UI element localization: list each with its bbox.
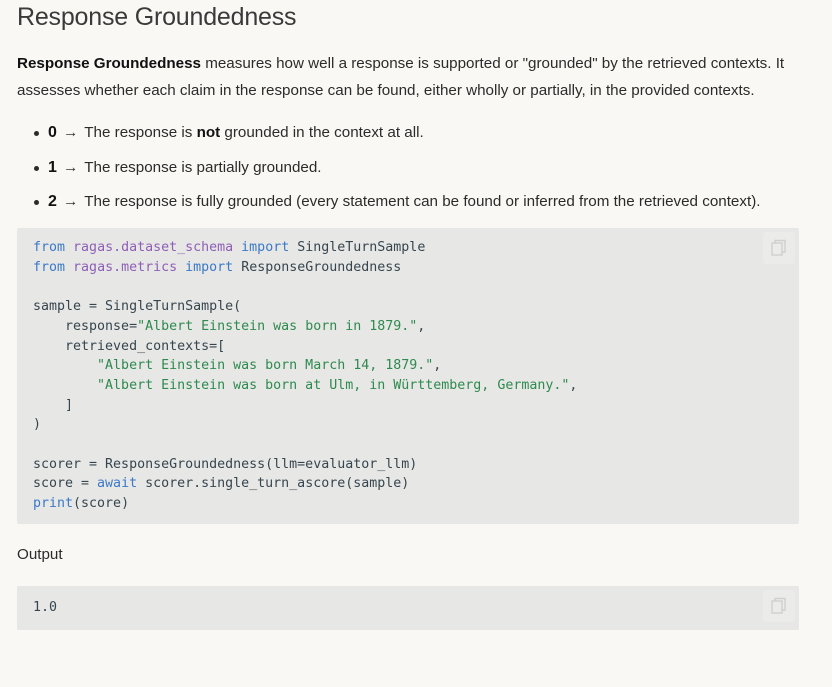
arrow-icon: → <box>63 193 79 210</box>
keyword-token: import <box>185 259 234 275</box>
score-value: 2 <box>48 193 57 210</box>
string-token: "Albert Einstein was born at Ulm, in Wür… <box>33 377 570 393</box>
list-item: 1 → The response is partially grounded. <box>17 155 799 181</box>
score-levels-list: 0 → The response is not grounded in the … <box>17 120 799 215</box>
level-emphasis: not <box>196 124 221 141</box>
code-line: retrieved_contexts=[ <box>33 338 226 354</box>
module-token: ragas.metrics <box>73 259 178 275</box>
class-token: ResponseGroundedness <box>241 259 402 275</box>
section-title: Response Groundedness <box>17 3 297 31</box>
level-text: The response is partially grounded. <box>80 158 322 176</box>
level-text: The response is <box>80 124 197 141</box>
code-token: , <box>569 377 578 393</box>
doc-section: Response Groundedness Response Groundedn… <box>17 0 799 630</box>
code-line: ) <box>33 417 42 433</box>
code-block: from ragas.dataset_schema import SingleT… <box>17 228 799 524</box>
keyword-token: from <box>33 240 66 255</box>
output-value: 1.0 <box>33 599 58 615</box>
copy-icon <box>771 597 786 614</box>
string-token: "Albert Einstein was born in 1879." <box>137 318 418 334</box>
output-label: Output <box>17 545 63 563</box>
list-item: 0 → The response is not grounded in the … <box>17 120 799 146</box>
intro-paragraph: Response Groundedness measures how well … <box>17 51 799 104</box>
output-content: 1.0 <box>33 598 783 618</box>
function-token: print <box>33 496 74 512</box>
code-token: (score) <box>73 496 130 512</box>
intro-term: Response Groundedness <box>17 55 201 72</box>
copy-button[interactable] <box>763 232 795 264</box>
code-content: from ragas.dataset_schema import SingleT… <box>33 238 783 514</box>
output-block: 1.0 <box>17 585 799 630</box>
arrow-icon: → <box>63 158 79 176</box>
arrow-icon: → <box>63 124 79 141</box>
code-token: scorer.single_turn_ascore(sample) <box>137 476 410 492</box>
keyword-token: await <box>97 476 138 492</box>
code-line: sample = SingleTurnSample( <box>33 299 242 315</box>
copy-icon <box>771 239 786 256</box>
code-token: , <box>417 318 426 334</box>
level-text: grounded in the context at all. <box>220 124 424 141</box>
code-token: , <box>433 358 442 374</box>
keyword-token: from <box>33 259 66 275</box>
score-value: 0 <box>48 124 57 141</box>
keyword-token: import <box>241 240 290 255</box>
list-item: 2 → The response is fully grounded (ever… <box>17 189 799 215</box>
code-line: ] <box>33 397 74 413</box>
class-token: SingleTurnSample <box>297 240 426 255</box>
code-token: response= <box>33 318 138 334</box>
code-token: score = <box>33 476 98 492</box>
module-token: ragas.dataset_schema <box>73 240 234 255</box>
string-token: "Albert Einstein was born March 14, 1879… <box>33 358 434 374</box>
score-value: 1 <box>48 158 57 176</box>
copy-button[interactable] <box>763 589 795 622</box>
code-line: scorer = ResponseGroundedness(llm=evalua… <box>33 456 418 472</box>
level-text: The response is fully grounded (every st… <box>80 193 761 210</box>
